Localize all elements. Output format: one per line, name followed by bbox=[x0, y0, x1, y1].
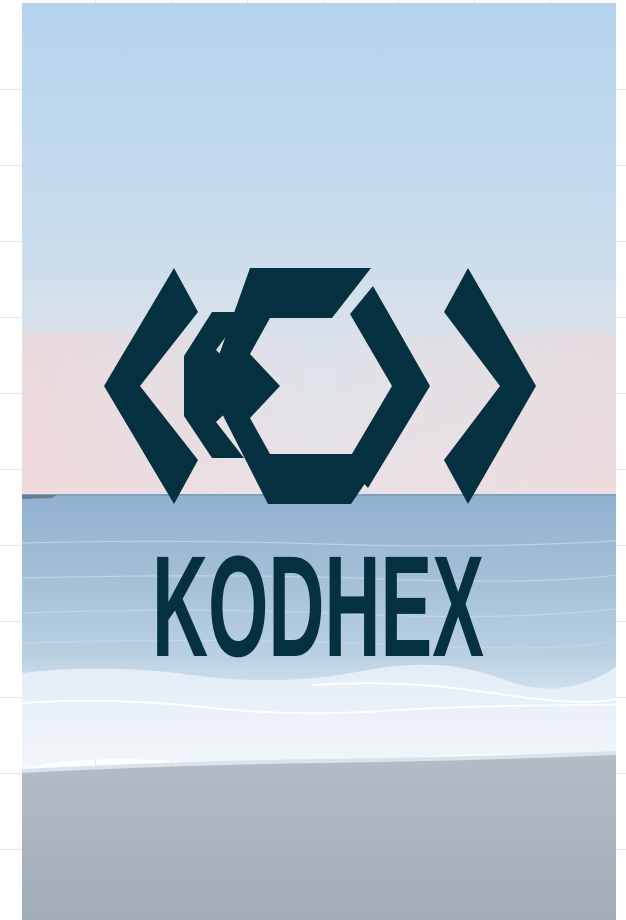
brand-name: KODHEX bbox=[152, 548, 484, 660]
kodhex-logo-icon bbox=[104, 268, 536, 504]
page: KODHEX bbox=[0, 0, 626, 920]
brand-wordmark: KODHEX bbox=[152, 548, 484, 660]
